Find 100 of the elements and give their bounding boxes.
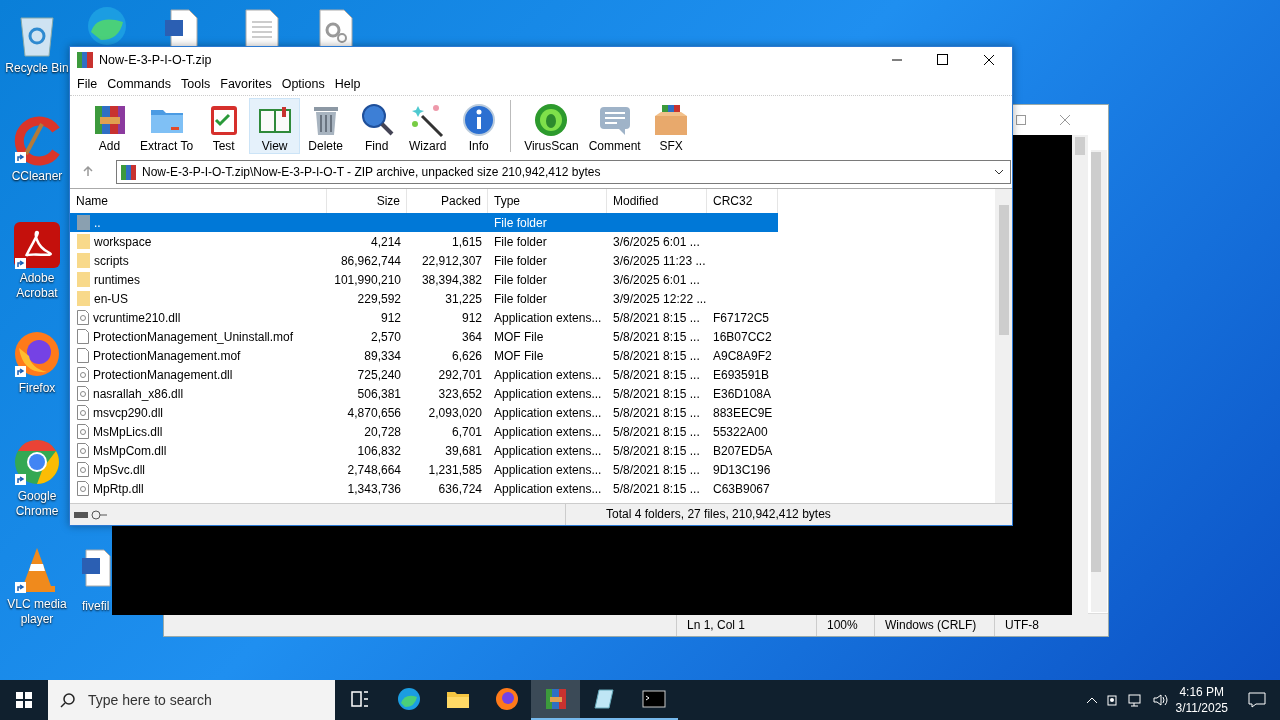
menu-item[interactable]: Favorites bbox=[215, 77, 277, 91]
file-icon bbox=[77, 348, 89, 363]
toolbar-button[interactable]: VirusScan bbox=[519, 98, 584, 154]
file-name: .. bbox=[94, 215, 101, 230]
toolbar-button[interactable]: Info bbox=[453, 98, 505, 154]
file-row[interactable]: ProtectionManagement.dll 725,240 292,701 Application extens... 5/8/2021 8:15 ... E693591B bbox=[70, 365, 778, 384]
toolbar-button[interactable]: Delete bbox=[300, 98, 352, 154]
file-row[interactable]: msvcp290.dll 4,870,656 2,093,020 Application extens... 5/8/2021 8:15 ... 883EEC9E bbox=[70, 403, 778, 422]
table-cell-text: 31,225 bbox=[444, 291, 483, 306]
table-cell-text: 3/6/2025 6:01 ... bbox=[612, 272, 701, 287]
menu-item[interactable]: Commands bbox=[102, 77, 177, 91]
desktop-icon-label[interactable]: fivefil bbox=[82, 599, 110, 614]
menu-item[interactable]: Options bbox=[276, 77, 330, 91]
file-name: ProtectionManagement.dll bbox=[93, 367, 233, 382]
window-title: Now-E-3-P-I-O-T.zip bbox=[99, 53, 212, 67]
table-cell-text: Application extens... bbox=[493, 310, 603, 325]
menu-item[interactable]: File bbox=[72, 77, 103, 91]
archive-books-icon bbox=[77, 52, 93, 68]
file-name: MsMpCom.dll bbox=[93, 443, 167, 458]
clock[interactable]: 4:16 PM 3/11/2025 bbox=[1175, 684, 1228, 716]
toolbar-button[interactable]: Extract To bbox=[135, 98, 199, 154]
scrollbar[interactable] bbox=[995, 189, 1012, 503]
file-row[interactable]: en-US 229,592 31,225 File folder 3/9/2025 12:22 ... bbox=[70, 289, 778, 308]
table-cell-text: 101,990,210 bbox=[333, 272, 402, 287]
table-cell-text: 5/8/2021 8:15 ... bbox=[612, 462, 701, 477]
file-row[interactable]: MpSvc.dll 2,748,664 1,231,585 Application extens... 5/8/2021 8:15 ... 9D13C196 bbox=[70, 460, 778, 479]
info-icon bbox=[460, 102, 497, 138]
file-row[interactable]: ProtectionManagement.mof 89,334 6,626 MOF File 5/8/2021 8:15 ... A9C8A9F2 bbox=[70, 346, 778, 365]
magic-wand-icon bbox=[409, 102, 446, 138]
file-name: en-US bbox=[94, 291, 128, 306]
file-name: MsMpLics.dll bbox=[93, 424, 163, 439]
file-name: msvcp290.dll bbox=[93, 405, 164, 420]
toolbar-button[interactable]: SFX bbox=[645, 98, 697, 154]
status-text: Total 4 folders, 27 files, 210,942,412 bytes bbox=[565, 504, 831, 525]
path-field[interactable]: Now-E-3-P-I-O-T.zip\Now-E-3-P-I-O-T - ZIP archive, unpacked size 210,942,412 bytes bbox=[116, 160, 1011, 184]
table-cell-text: Application extens... bbox=[493, 462, 603, 477]
file-row[interactable]: MsMpCom.dll 106,832 39,681 Application extens... 5/8/2021 8:15 ... B207ED5A bbox=[70, 441, 778, 460]
file-row[interactable]: scripts 86,962,744 22,912,307 File folder 3/6/2025 11:23 ... bbox=[70, 251, 778, 270]
scrollbar[interactable] bbox=[1091, 150, 1107, 612]
table-cell-text: 5/8/2021 8:15 ... bbox=[612, 386, 701, 401]
table-cell-text: 4,870,656 bbox=[346, 405, 402, 420]
file-row[interactable]: runtimes 101,990,210 38,394,382 File folder 3/6/2025 6:01 ... bbox=[70, 270, 778, 289]
menu-item[interactable]: Tools bbox=[176, 77, 216, 91]
toolbar-button[interactable]: Add bbox=[84, 98, 135, 154]
table-cell-text: 506,381 bbox=[356, 386, 402, 401]
file-row[interactable]: .. File folder bbox=[70, 213, 778, 232]
table-cell-text: F67172C5 bbox=[712, 310, 771, 325]
desktop-icon-label[interactable]: CCleaner bbox=[11, 169, 63, 184]
table-cell-text: 229,592 bbox=[356, 291, 402, 306]
windows-logo-icon bbox=[16, 692, 32, 708]
desktop-icon-label[interactable]: VLC media player bbox=[1, 597, 73, 627]
table-cell-text: MOF File bbox=[493, 348, 545, 363]
table-cell-text: 38,394,382 bbox=[420, 272, 483, 287]
file-row[interactable]: ProtectionManagement_Uninstall.mof 2,570 364 MOF File 5/8/2021 8:15 ... 16B07CC2 bbox=[70, 327, 778, 346]
file-name: ProtectionManagement.mof bbox=[93, 348, 241, 363]
desktop-icon-label[interactable]: Recycle Bin bbox=[5, 61, 69, 76]
table-cell-text: 5/8/2021 8:15 ... bbox=[612, 424, 701, 439]
file-row[interactable]: workspace 4,214 1,615 File folder 3/6/2025 6:01 ... bbox=[70, 232, 778, 251]
file-row[interactable]: nasrallah_x86.dll 506,381 323,652 Application extens... 5/8/2021 8:15 ... E36D108A bbox=[70, 384, 778, 403]
chrome-icon bbox=[13, 438, 61, 486]
scrollbar[interactable] bbox=[1072, 135, 1088, 615]
table-cell-text: 16B07CC2 bbox=[712, 329, 773, 344]
table-cell-text: Application extens... bbox=[493, 405, 603, 420]
desktop-icon-label[interactable]: Adobe Acrobat bbox=[1, 271, 73, 301]
file-row[interactable]: MsMpLics.dll 20,728 6,701 Application extens... 5/8/2021 8:15 ... 55322A00 bbox=[70, 422, 778, 441]
word-document-icon bbox=[80, 548, 112, 588]
search-field[interactable]: Type here to search bbox=[86, 691, 335, 709]
table-cell-text: MOF File bbox=[493, 329, 545, 344]
maximize-icon bbox=[1016, 115, 1026, 125]
maximize-icon bbox=[937, 54, 949, 66]
dll-file-icon bbox=[77, 462, 89, 477]
table-cell-text: 5/8/2021 8:15 ... bbox=[612, 310, 701, 325]
network-icon bbox=[1127, 693, 1144, 707]
table-cell-text: Application extens... bbox=[493, 367, 603, 382]
menu-item[interactable]: Help bbox=[329, 77, 366, 91]
table-cell-text: 3/6/2025 11:23 ... bbox=[612, 253, 707, 268]
volume-icon bbox=[1151, 693, 1168, 707]
acrobat-icon bbox=[14, 222, 60, 268]
shortcut-arrow-icon bbox=[15, 366, 26, 377]
search-bar[interactable]: Type here to search bbox=[48, 680, 335, 720]
table-cell-text: 39,681 bbox=[444, 443, 483, 458]
file-name: MpRtp.dll bbox=[93, 481, 144, 496]
archive-books-icon bbox=[121, 164, 136, 180]
table-cell-text: File folder bbox=[493, 291, 548, 306]
column-header[interactable]: Name bbox=[70, 189, 327, 213]
toolbar-button[interactable]: Comment bbox=[583, 98, 646, 154]
table-cell-text: Application extens... bbox=[493, 386, 603, 401]
terminal-icon bbox=[641, 687, 666, 711]
file-name: MpSvc.dll bbox=[93, 462, 145, 477]
file-name: scripts bbox=[94, 253, 129, 268]
toolbar-button[interactable]: View bbox=[249, 98, 301, 154]
toolbar-button[interactable]: Wizard bbox=[402, 98, 454, 154]
file-row[interactable]: MpRtp.dll 1,343,736 636,724 Application extens... 5/8/2021 8:15 ... C63B9067 bbox=[70, 479, 778, 498]
toolbar-button[interactable]: Find bbox=[351, 98, 403, 154]
file-row[interactable]: vcruntime210.dll 912 912 Application extens... 5/8/2021 8:15 ... F67172C5 bbox=[70, 308, 778, 327]
desktop-icon-label[interactable]: Google Chrome bbox=[1, 489, 73, 519]
toolbar-button[interactable]: Test bbox=[198, 98, 250, 154]
chevron-up-icon bbox=[1085, 696, 1098, 704]
desktop-icon-label[interactable]: Firefox bbox=[18, 381, 56, 396]
table-cell-text: 636,724 bbox=[437, 481, 483, 496]
